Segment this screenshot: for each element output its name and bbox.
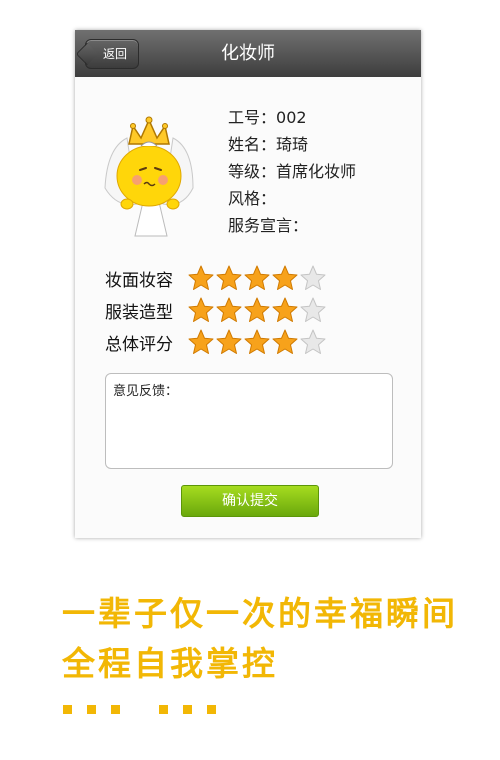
star-filled-icon[interactable] (271, 264, 299, 292)
rating-makeup-stars[interactable] (187, 264, 327, 292)
style-label: 风格： (228, 189, 277, 208)
dot (111, 705, 120, 714)
employee-id-value: 002 (276, 108, 307, 127)
name-row: 姓名：琦琦 (228, 131, 356, 158)
dot (87, 705, 96, 714)
slogan-line-1: 一辈子仅一次的幸福瞬间 (62, 594, 458, 633)
profile-info: 工号：002 姓名：琦琦 等级：首席化妆师 风格： 服务宣言： (228, 104, 356, 239)
style-row: 风格： (228, 185, 356, 212)
star-empty-icon[interactable] (299, 328, 327, 356)
motto-row: 服务宣言： (228, 212, 356, 239)
rating-styling: 服装造型 (105, 295, 327, 325)
employee-id-label: 工号： (228, 108, 277, 127)
dot (183, 705, 192, 714)
dot (63, 705, 72, 714)
star-filled-icon[interactable] (187, 296, 215, 324)
rating-overall-stars[interactable] (187, 328, 327, 356)
star-filled-icon[interactable] (243, 296, 271, 324)
rating-overall-label: 总体评分 (105, 334, 173, 355)
star-filled-icon[interactable] (215, 296, 243, 324)
feedback-textarea[interactable]: 意见反馈： (105, 373, 393, 469)
rating-overall: 总体评分 (105, 327, 327, 357)
back-button-label: 返回 (102, 47, 127, 61)
slogan-line-2: 全程自我掌控 (62, 644, 278, 683)
star-filled-icon[interactable] (271, 328, 299, 356)
star-empty-icon[interactable] (299, 264, 327, 292)
level-label: 等级： (228, 162, 277, 181)
star-filled-icon[interactable] (243, 264, 271, 292)
name-value: 琦琦 (276, 135, 309, 154)
star-filled-icon[interactable] (243, 328, 271, 356)
rating-styling-stars[interactable] (187, 296, 327, 324)
dot (207, 705, 216, 714)
level-row: 等级：首席化妆师 (228, 158, 356, 185)
motto-label: 服务宣言： (228, 216, 309, 235)
back-button[interactable]: 返回 (85, 39, 139, 69)
star-empty-icon[interactable] (299, 296, 327, 324)
star-filled-icon[interactable] (215, 328, 243, 356)
employee-id-row: 工号：002 (228, 104, 356, 131)
rating-styling-label: 服装造型 (105, 302, 173, 323)
level-value: 首席化妆师 (276, 162, 357, 181)
title-bar: 化妆师 返回 (75, 30, 421, 77)
name-label: 姓名： (228, 135, 277, 154)
dot (159, 705, 168, 714)
star-filled-icon[interactable] (215, 264, 243, 292)
submit-button[interactable]: 确认提交 (181, 485, 319, 517)
rating-makeup-label: 妆面妆容 (105, 270, 173, 291)
feedback-label: 意见反馈： (113, 384, 179, 399)
makeup-artist-avatar (104, 116, 194, 237)
star-filled-icon[interactable] (187, 264, 215, 292)
ellipsis-dots (63, 705, 223, 717)
star-filled-icon[interactable] (187, 328, 215, 356)
app-screen: 化妆师 返回 工号：002 姓名：琦琦 等级：首席化妆师 风格： 服务宣言： 妆… (75, 30, 421, 538)
rating-makeup: 妆面妆容 (105, 263, 327, 293)
star-filled-icon[interactable] (271, 296, 299, 324)
